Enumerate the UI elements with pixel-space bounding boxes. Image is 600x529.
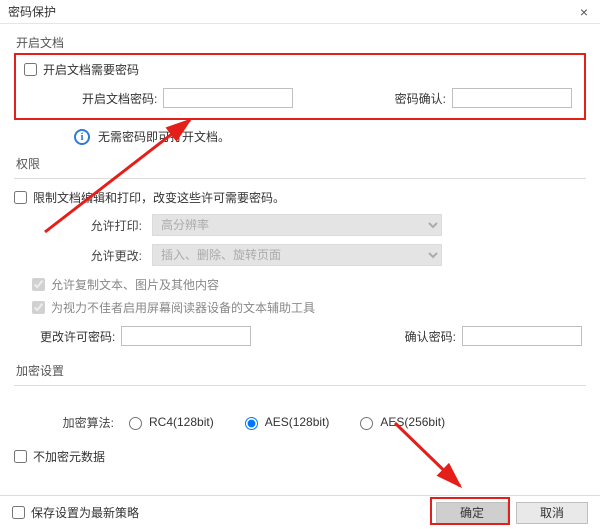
restrict-edit-print-checkbox[interactable] bbox=[14, 191, 27, 204]
perm-password-confirm-label: 确认密码: bbox=[405, 328, 456, 345]
enc-rc4-label: RC4(128bit) bbox=[149, 415, 214, 429]
group-perm-label: 权限 bbox=[16, 155, 586, 172]
ok-button[interactable]: 确定 bbox=[436, 502, 508, 524]
restrict-edit-print-label: 限制文档编辑和打印，改变这些许可需要密码。 bbox=[33, 189, 285, 206]
enc-aes256-option[interactable]: AES(256bit) bbox=[355, 414, 445, 430]
open-password-confirm-input[interactable] bbox=[452, 88, 572, 108]
allow-print-select[interactable]: 高分辨率 bbox=[152, 214, 442, 236]
close-icon[interactable]: × bbox=[576, 0, 592, 24]
allow-print-label: 允许打印: bbox=[32, 217, 152, 234]
save-policy-label: 保存设置为最新策略 bbox=[31, 504, 139, 521]
enc-aes128-label: AES(128bit) bbox=[265, 415, 330, 429]
open-requires-password-checkbox[interactable] bbox=[24, 63, 37, 76]
perm-password-label: 更改许可密码: bbox=[40, 328, 115, 345]
algorithm-label: 加密算法: bbox=[14, 414, 124, 431]
allow-change-label: 允许更改: bbox=[32, 247, 152, 264]
cancel-button[interactable]: 取消 bbox=[516, 502, 588, 524]
highlight-open-section: 开启文档需要密码 开启文档密码: 密码确认: bbox=[14, 53, 586, 120]
no-encrypt-metadata-label: 不加密元数据 bbox=[33, 448, 105, 465]
perm-password-confirm-input[interactable] bbox=[462, 326, 582, 346]
enc-aes128-radio[interactable] bbox=[245, 417, 258, 430]
open-requires-password-label: 开启文档需要密码 bbox=[43, 61, 139, 78]
allow-copy-checkbox bbox=[32, 278, 45, 291]
allow-copy-label: 允许复制文本、图片及其他内容 bbox=[51, 276, 219, 293]
allow-change-select[interactable]: 插入、删除、旋转页面 bbox=[152, 244, 442, 266]
no-encrypt-metadata-checkbox[interactable] bbox=[14, 450, 27, 463]
group-open-label: 开启文档 bbox=[16, 34, 586, 51]
enc-aes256-radio[interactable] bbox=[360, 417, 373, 430]
open-password-label: 开启文档密码: bbox=[82, 90, 157, 107]
dialog-title: 密码保护 bbox=[8, 0, 56, 24]
screenreader-checkbox bbox=[32, 301, 45, 314]
enc-aes256-label: AES(256bit) bbox=[380, 415, 445, 429]
group-enc-label: 加密设置 bbox=[16, 362, 586, 379]
screenreader-label: 为视力不佳者启用屏幕阅读器设备的文本辅助工具 bbox=[51, 299, 315, 316]
info-icon: i bbox=[74, 129, 90, 145]
open-password-input[interactable] bbox=[163, 88, 293, 108]
enc-aes128-option[interactable]: AES(128bit) bbox=[240, 414, 330, 430]
enc-rc4-option[interactable]: RC4(128bit) bbox=[124, 414, 214, 430]
info-text: 无需密码即可打开文档。 bbox=[98, 128, 230, 145]
enc-rc4-radio[interactable] bbox=[129, 417, 142, 430]
perm-password-input[interactable] bbox=[121, 326, 251, 346]
save-policy-checkbox[interactable] bbox=[12, 506, 25, 519]
open-password-confirm-label: 密码确认: bbox=[395, 90, 446, 107]
